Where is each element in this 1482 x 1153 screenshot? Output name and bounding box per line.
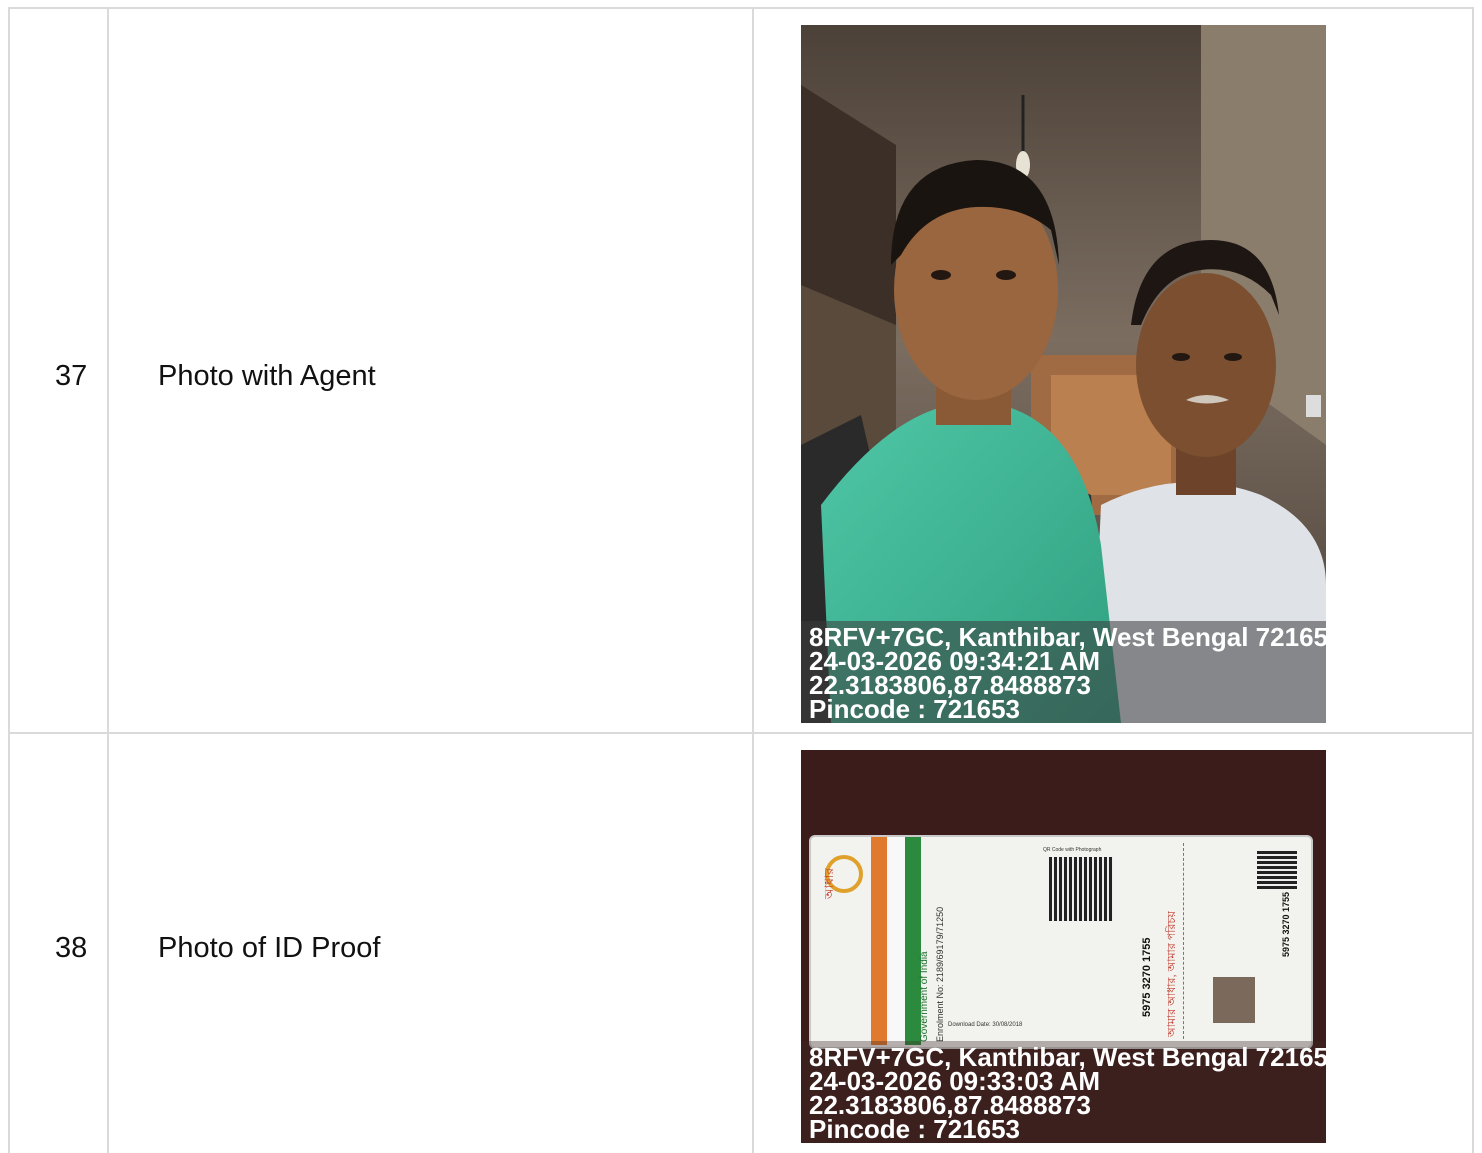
- id-card: আধার Enrolment No: 2189/69179/71250 Gove…: [809, 835, 1313, 1049]
- document-table: 37 Photo with Agent 8RFV+7GC, Kanthibar,…: [0, 0, 1482, 1153]
- row-number: 38: [55, 932, 88, 964]
- stamp-pincode: Pincode : 721653: [809, 1114, 1020, 1143]
- geo-stamp: 8RFV+7GC, Kanthibar, West Bengal 721653,…: [801, 1041, 1326, 1143]
- download-date: Download Date: 30/08/2018: [948, 1022, 1023, 1028]
- tagline-bn: আমার আধার, আমার পরিচয়: [1166, 911, 1178, 1037]
- row-divider: [8, 732, 1474, 734]
- qr-code-icon: [1049, 857, 1113, 921]
- enrolment-no: Enrolment No: 2189/69179/71250: [935, 906, 945, 1042]
- qr-code-small-icon: [1257, 851, 1297, 889]
- aadhaar-number-back: 5975 3270 1755: [1281, 891, 1291, 957]
- logo-text: আধার: [822, 868, 836, 899]
- table-border-right: [1472, 7, 1474, 1153]
- stamp-pincode: Pincode : 721653: [809, 694, 1020, 723]
- gov-text: Government of India: [919, 951, 930, 1042]
- card-photo: [1213, 977, 1255, 1023]
- table-border-left: [8, 7, 10, 1153]
- table-border-top: [8, 7, 1474, 9]
- column-divider-2: [752, 7, 754, 1153]
- aadhaar-number: 5975 3270 1755: [1141, 937, 1153, 1017]
- row-label: Photo of ID Proof: [158, 932, 381, 964]
- agent-photo: 8RFV+7GC, Kanthibar, West Bengal 721653,…: [801, 25, 1326, 723]
- selfie-image: [801, 25, 1326, 723]
- geo-stamp: 8RFV+7GC, Kanthibar, West Bengal 721653,…: [801, 621, 1326, 723]
- row-number: 37: [55, 360, 88, 392]
- row-label: Photo with Agent: [158, 360, 376, 392]
- id-proof-photo: আধার Enrolment No: 2189/69179/71250 Gove…: [801, 750, 1326, 1143]
- qr-caption: QR Code with Photograph: [1043, 847, 1102, 853]
- column-divider-1: [107, 7, 109, 1153]
